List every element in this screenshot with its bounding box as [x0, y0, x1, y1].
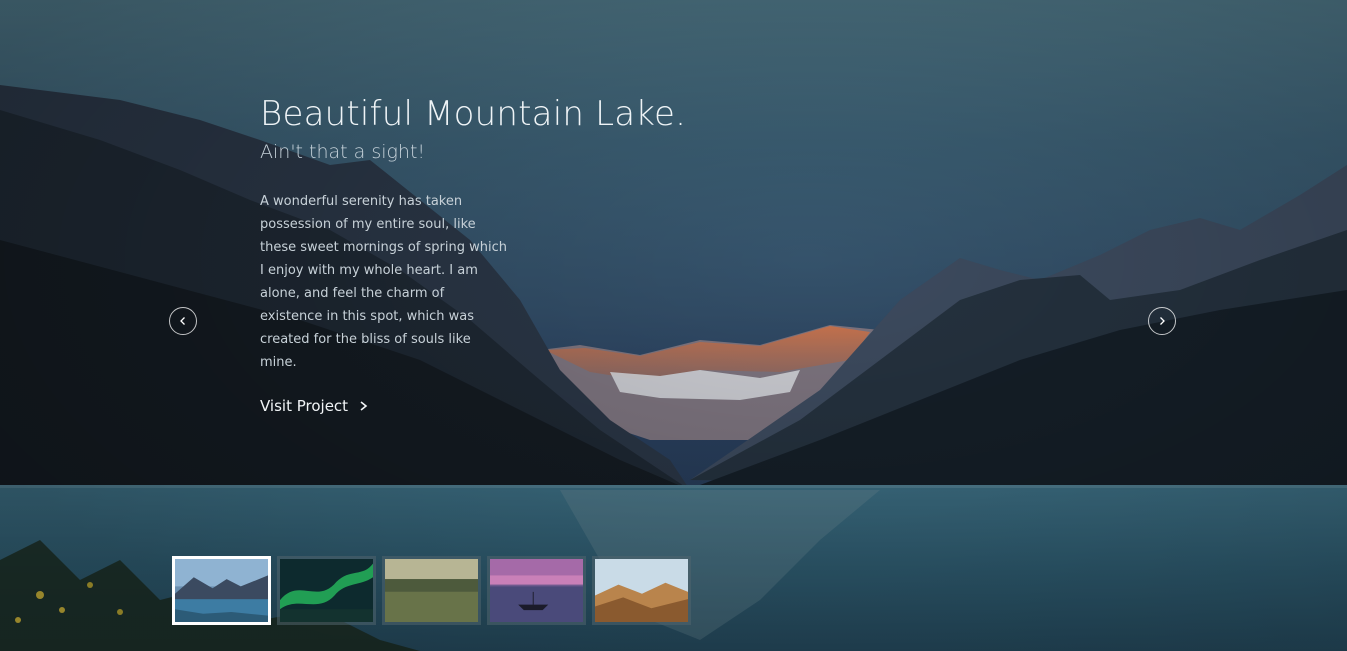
thumbnail-mountain-lake[interactable] — [172, 556, 271, 625]
thumbnail-image — [595, 559, 688, 622]
chevron-right-icon — [1160, 317, 1165, 325]
slide-description: A wonderful serenity has taken possessio… — [260, 194, 507, 370]
thumbnail-image — [385, 559, 478, 622]
hero-slider: Beautiful Mountain Lake. Ain't that a si… — [0, 0, 1347, 651]
thumbnail-boat-sunset[interactable] — [487, 556, 586, 625]
thumbnail-northern-lights[interactable] — [277, 556, 376, 625]
thumbnail-desert-dunes[interactable] — [592, 556, 691, 625]
thumbnail-image — [490, 559, 583, 622]
chevron-right-icon — [360, 401, 368, 411]
slide-title: Beautiful Mountain Lake. — [260, 94, 687, 134]
visit-project-label: Visit Project — [260, 397, 349, 415]
thumbnail-image — [280, 559, 373, 622]
next-slide-button[interactable] — [1148, 307, 1176, 335]
slide-content: Beautiful Mountain Lake. Ain't that a si… — [260, 92, 687, 415]
chevron-left-icon — [180, 317, 185, 325]
previous-slide-button[interactable] — [169, 307, 197, 335]
thumbnail-green-field[interactable] — [382, 556, 481, 625]
thumbnail-strip — [172, 556, 691, 625]
thumbnail-image — [175, 559, 268, 622]
visit-project-link[interactable]: Visit Project — [260, 397, 370, 415]
slide-subtitle: Ain't that a sight! — [260, 141, 426, 163]
